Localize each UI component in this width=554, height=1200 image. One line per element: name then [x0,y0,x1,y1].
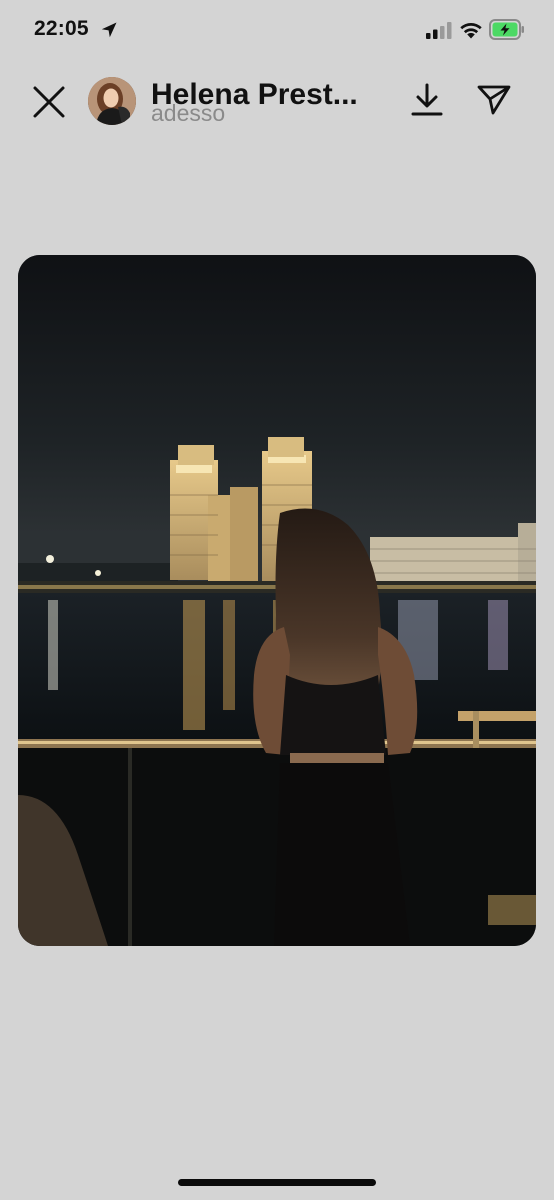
home-indicator[interactable] [178,1179,376,1186]
status-bar: 22:05 [0,0,554,60]
avatar[interactable] [88,77,136,125]
cellular-signal-icon [426,22,452,39]
avatar-image [88,77,136,125]
story-header: Helena Prest... adesso [0,70,554,132]
story-photo[interactable] [18,255,536,946]
send-icon [477,85,511,115]
story-viewer-screen: 22:05 Helena Prest... adesso [0,0,554,1200]
close-button[interactable] [27,80,71,124]
share-button[interactable] [472,78,516,122]
download-button[interactable] [405,78,449,122]
battery-charging-icon [489,19,524,40]
story-image [18,255,536,946]
location-arrow-icon [101,22,117,38]
status-time: 22:05 [34,17,89,40]
wifi-icon [460,22,482,39]
post-time: adesso [151,100,226,126]
close-icon [33,86,65,118]
download-icon [411,83,443,116]
